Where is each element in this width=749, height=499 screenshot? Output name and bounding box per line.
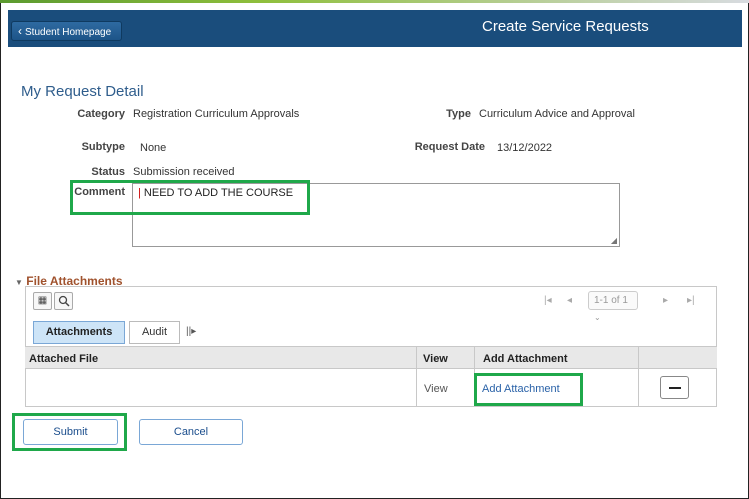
show-columns-icon[interactable]: ||▸ — [186, 326, 196, 337]
highlight-submit — [12, 413, 127, 451]
request-date-label: Request Date — [414, 141, 485, 153]
category-label: Category — [77, 108, 125, 120]
type-value: Curriculum Advice and Approval — [479, 108, 635, 120]
row-pager-select[interactable]: 1-1 of 1 ⌄ — [588, 291, 638, 322]
status-label: Status — [91, 166, 125, 178]
back-button-label: Student Homepage — [25, 27, 112, 38]
type-label: Type — [446, 108, 471, 120]
previous-page-icon[interactable]: ◂ — [567, 295, 572, 306]
minus-icon — [669, 387, 681, 389]
request-date-value: 13/12/2022 — [497, 142, 553, 154]
table-header-row: Attached File View Add Attachment — [25, 346, 717, 369]
tab-audit[interactable]: Audit — [129, 321, 180, 344]
search-icon[interactable] — [54, 292, 73, 310]
pager-text: 1-1 of 1 — [594, 295, 628, 306]
status-value: Submission received — [133, 166, 235, 178]
subtype-value: None — [140, 142, 167, 154]
highlight-add-attachment — [474, 373, 583, 406]
column-divider — [416, 346, 417, 407]
grid-settings-icon[interactable]: ▦ — [33, 292, 52, 310]
top-accent-bar — [0, 0, 749, 3]
category-value: Registration Curriculum Approvals — [133, 108, 300, 120]
view-cell: View — [424, 383, 448, 395]
last-page-icon[interactable]: ▸| — [687, 295, 695, 306]
cancel-button[interactable]: Cancel — [139, 419, 243, 445]
subtype-label: Subtype — [81, 141, 125, 153]
triangle-down-icon: ▼ — [15, 278, 23, 287]
column-header-add-attachment: Add Attachment — [483, 353, 568, 365]
first-page-icon[interactable]: |◂ — [544, 295, 552, 306]
delete-row-button[interactable] — [660, 376, 689, 399]
resize-handle-icon[interactable]: ◢ — [611, 236, 617, 245]
next-page-icon[interactable]: ▸ — [663, 295, 668, 306]
section-title-request-detail: My Request Detail — [21, 83, 144, 100]
column-header-attached-file: Attached File — [29, 353, 99, 365]
tab-attachments[interactable]: Attachments — [33, 321, 125, 344]
column-header-view: View — [423, 353, 448, 365]
highlight-comment — [70, 180, 310, 215]
back-to-homepage-button[interactable]: ‹ Student Homepage — [11, 21, 122, 41]
chevron-down-icon: ⌄ — [594, 313, 601, 322]
chevron-left-icon: ‹ — [18, 24, 22, 38]
page-title: Create Service Requests — [482, 18, 649, 35]
column-divider — [638, 346, 639, 407]
